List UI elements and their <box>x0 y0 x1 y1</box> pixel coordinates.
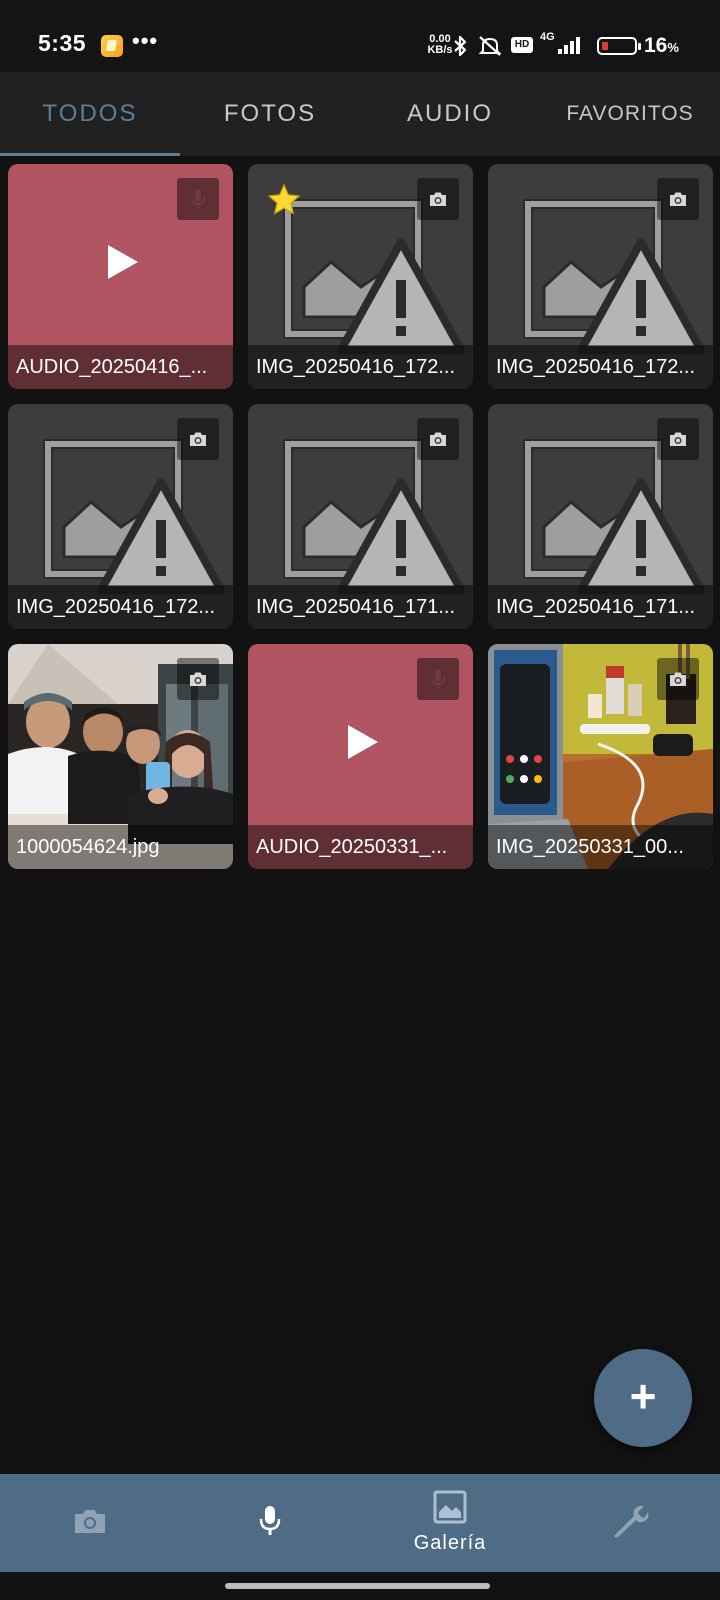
grid-item-image[interactable]: IMG_20250416_171... <box>248 404 473 629</box>
tab-audio[interactable]: AUDIO <box>360 72 540 156</box>
photo-type-badge <box>657 178 699 220</box>
play-icon <box>347 724 378 759</box>
grid-item-image[interactable]: IMG_20250416_172... <box>248 164 473 389</box>
tab-todos[interactable]: TODOS <box>0 72 180 156</box>
photo-type-badge <box>177 418 219 460</box>
camera-icon <box>670 432 686 446</box>
grid-item-image[interactable]: IMG_20250416_172... <box>488 164 713 389</box>
nav-settings[interactable] <box>540 1474 720 1572</box>
wrench-icon <box>614 1506 649 1538</box>
add-button[interactable]: + <box>594 1349 692 1447</box>
photo-type-badge <box>177 658 219 700</box>
camera-icon <box>670 672 686 686</box>
battery-percent: 16% <box>644 34 679 58</box>
nav-gallery-label: Galería <box>413 1532 487 1554</box>
grid-item-caption: IMG_20250416_172... <box>8 585 233 629</box>
photo-type-badge <box>657 658 699 700</box>
hd-icon: HD <box>511 37 533 53</box>
status-time: 5:35 <box>38 30 87 56</box>
tab-bar: TODOS FOTOS AUDIO FAVORITOS <box>0 72 720 156</box>
gesture-navigation-bar[interactable] <box>225 1583 490 1589</box>
photo-type-badge <box>417 418 459 460</box>
tab-fotos[interactable]: FOTOS <box>180 72 360 156</box>
audio-type-badge <box>177 178 219 220</box>
nav-camera[interactable] <box>0 1474 180 1572</box>
camera-icon <box>670 192 686 206</box>
audio-type-badge <box>417 658 459 700</box>
battery-percent-value: 16 <box>644 34 668 57</box>
notification-app-icon <box>101 35 123 57</box>
camera-icon <box>190 672 206 686</box>
grid-item-caption: AUDIO_20250416_... <box>8 345 233 389</box>
camera-icon <box>430 192 446 206</box>
status-bar: 5:35 ••• 0.00 KB/s HD 4G 16% <box>0 0 720 72</box>
grid-item-photo[interactable]: 1000054624.jpg <box>8 644 233 869</box>
microphone-icon <box>191 189 205 208</box>
favorite-star-icon[interactable] <box>266 182 302 218</box>
grid-item-photo[interactable]: IMG_20250331_00... <box>488 644 713 869</box>
camera-icon <box>190 432 206 446</box>
bluetooth-icon <box>454 35 467 57</box>
grid-item-image[interactable]: IMG_20250416_172... <box>8 404 233 629</box>
mute-icon <box>478 36 502 56</box>
more-notifications-icon: ••• <box>132 28 159 53</box>
nav-microphone[interactable] <box>180 1474 360 1572</box>
grid-item-image[interactable]: IMG_20250416_171... <box>488 404 713 629</box>
grid-item-caption: IMG_20250416_171... <box>248 585 473 629</box>
tab-favoritos[interactable]: FAVORITOS <box>540 72 720 156</box>
grid-item-caption: 1000054624.jpg <box>8 825 233 869</box>
grid-item-caption: AUDIO_20250331_... <box>248 825 473 869</box>
grid-item-audio[interactable]: AUDIO_20250416_... <box>8 164 233 389</box>
microphone-icon <box>259 1506 281 1535</box>
grid-item-caption: IMG_20250416_172... <box>488 345 713 389</box>
signal-icon <box>558 37 580 54</box>
grid-item-audio[interactable]: AUDIO_20250331_... <box>248 644 473 869</box>
camera-icon <box>430 432 446 446</box>
plus-icon: + <box>629 1370 657 1422</box>
play-icon <box>107 244 138 279</box>
grid-item-caption: IMG_20250331_00... <box>488 825 713 869</box>
grid-item-caption: IMG_20250416_171... <box>488 585 713 629</box>
gallery-icon <box>433 1490 467 1524</box>
battery-icon <box>597 37 641 55</box>
battery-level <box>602 42 608 50</box>
photo-type-badge <box>657 418 699 460</box>
photo-type-badge <box>417 178 459 220</box>
camera-icon <box>75 1510 105 1533</box>
bottom-navigation: Galería <box>0 1474 720 1572</box>
nav-gallery[interactable]: Galería <box>360 1474 540 1572</box>
active-tab-indicator <box>0 153 180 156</box>
battery-percent-unit: % <box>667 40 679 55</box>
microphone-icon <box>431 669 445 688</box>
grid-item-caption: IMG_20250416_172... <box>248 345 473 389</box>
